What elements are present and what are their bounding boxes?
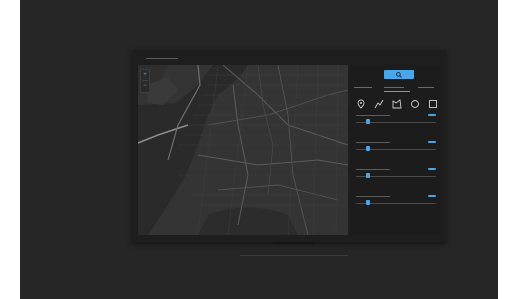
circle-icon xyxy=(411,100,419,108)
active-tab-indicator xyxy=(384,91,410,92)
map-view[interactable]: + − xyxy=(138,65,348,235)
layer-row xyxy=(354,167,438,189)
layer-name xyxy=(356,169,390,170)
rectangle-tool[interactable] xyxy=(428,96,438,108)
layer-row xyxy=(354,113,438,135)
zoom-control: + − xyxy=(140,69,150,93)
tab-1[interactable] xyxy=(354,86,376,92)
map-canvas[interactable] xyxy=(138,65,348,235)
layer-toggle[interactable] xyxy=(428,195,436,197)
opacity-slider-handle[interactable] xyxy=(366,200,370,205)
polyline-icon xyxy=(374,99,384,109)
opacity-slider-handle[interactable] xyxy=(366,173,370,178)
polygon-tool[interactable] xyxy=(392,96,402,109)
polyline-tool[interactable] xyxy=(374,96,384,109)
monitor-frame: + − xyxy=(132,50,446,242)
drawing-toolbar xyxy=(354,95,438,109)
search-icon xyxy=(396,71,402,78)
layer-name xyxy=(356,115,390,116)
monitor-base xyxy=(240,255,348,256)
opacity-slider-handle[interactable] xyxy=(366,146,370,151)
layer-toggle[interactable] xyxy=(428,141,436,143)
map-pin-tool[interactable] xyxy=(356,96,366,109)
zoom-in-button[interactable]: + xyxy=(141,70,149,80)
app-title xyxy=(146,58,178,59)
tab-1-label xyxy=(354,87,372,88)
tab-3[interactable] xyxy=(418,86,438,92)
circle-tool[interactable] xyxy=(410,96,420,108)
tab-2-label xyxy=(384,87,404,88)
app-header xyxy=(132,50,446,64)
opacity-slider-handle[interactable] xyxy=(366,119,370,124)
tab-3-label xyxy=(418,87,434,88)
search-button[interactable] xyxy=(384,70,414,79)
layer-name xyxy=(356,196,390,197)
map-pin-icon xyxy=(357,99,365,109)
layer-toggle[interactable] xyxy=(428,114,436,116)
background: + − xyxy=(20,0,498,299)
layer-toggle[interactable] xyxy=(428,168,436,170)
layer-row xyxy=(354,140,438,162)
monitor-stand xyxy=(274,242,314,244)
layer-name xyxy=(356,142,390,143)
layer-row xyxy=(354,194,438,216)
rectangle-icon xyxy=(429,100,437,108)
side-panel xyxy=(350,65,440,235)
panel-tabs xyxy=(354,86,438,92)
zoom-out-button[interactable]: − xyxy=(141,81,149,91)
polygon-icon xyxy=(392,99,402,109)
tab-2[interactable] xyxy=(384,86,410,92)
